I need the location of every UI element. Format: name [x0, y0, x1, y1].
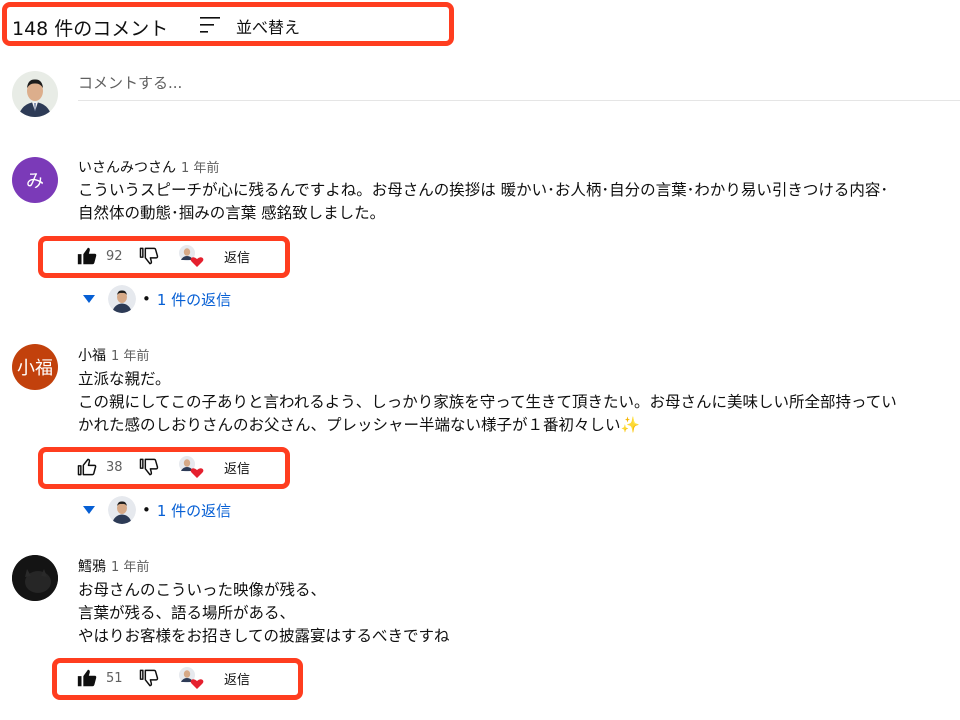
comment-line: こういうスピーチが心に残るんですよね。お母さんの挨拶は 暖かい･お人柄･自分の言…: [78, 181, 889, 199]
comment-line: お母さんのこういった映像が残る、: [78, 581, 327, 599]
creator-heart-icon: [179, 667, 204, 689]
creator-heart: [178, 666, 204, 690]
reply-avatar: [108, 496, 136, 524]
comment-time[interactable]: 1 年前: [111, 560, 149, 575]
comment-line: 立派な親だ。: [78, 370, 171, 388]
thumbs-up-icon[interactable]: [76, 245, 98, 267]
avatar[interactable]: [12, 555, 58, 601]
author-name[interactable]: 鱈鴉: [78, 559, 106, 575]
replies-label[interactable]: 1 件の返信: [157, 289, 231, 310]
thumbs-down-icon[interactable]: [138, 667, 160, 689]
creator-heart-icon: [179, 245, 204, 267]
reply-button[interactable]: 返信: [224, 458, 250, 477]
comment-actions: 92 返信: [76, 243, 250, 269]
reply-button[interactable]: 返信: [224, 247, 250, 266]
comment-actions: 51 返信: [76, 665, 250, 691]
comment-line: やはりお客様をお招きしての披露宴はするべきですね: [78, 627, 450, 645]
view-replies-button[interactable]: • 1 件の返信: [82, 284, 231, 314]
sort-icon[interactable]: [200, 15, 222, 35]
comment-count: 148 件のコメント: [12, 18, 169, 40]
creator-heart: [178, 455, 204, 479]
comment-text: 立派な親だ。 この親にしてこの子ありと言われるよう、しっかり家族を守って生きて頂…: [78, 368, 897, 437]
avatar-letter: み: [26, 171, 44, 192]
user-avatar: [12, 71, 58, 117]
avatar-letter: 小福: [17, 358, 53, 379]
like-count: 92: [106, 248, 123, 264]
thumbs-down-icon[interactable]: [138, 245, 160, 267]
comment-author[interactable]: 小福 1 年前: [78, 345, 149, 365]
avatar[interactable]: み: [12, 157, 58, 203]
comment-line: 言葉が残る、語る場所がある、: [78, 604, 296, 622]
creator-heart: [178, 244, 204, 268]
reply-button[interactable]: 返信: [224, 669, 250, 688]
creator-heart-icon: [179, 456, 204, 478]
comment-text: こういうスピーチが心に残るんですよね。お母さんの挨拶は 暖かい･お人柄･自分の言…: [78, 179, 888, 225]
thumbs-up-icon[interactable]: [76, 667, 98, 689]
comment-actions: 38 返信: [76, 454, 250, 480]
like-count: 38: [106, 459, 123, 475]
sort-button[interactable]: 並べ替え: [236, 14, 300, 38]
author-name[interactable]: 小福: [78, 348, 106, 364]
bullet: •: [142, 501, 151, 519]
caret-down-icon: [83, 506, 95, 514]
avatar[interactable]: 小福: [12, 344, 58, 390]
thumbs-down-icon[interactable]: [138, 456, 160, 478]
caret-down-icon: [83, 295, 95, 303]
bullet: •: [142, 290, 151, 308]
comment-line: かれた感のしおりさんのお父さん、プレッシャー半端ない様子が１番初々しい✨: [78, 416, 640, 434]
reply-avatar: [108, 285, 136, 313]
view-replies-button[interactable]: • 1 件の返信: [82, 495, 231, 525]
thumbs-up-icon[interactable]: [76, 456, 98, 478]
comment-author[interactable]: いさんみつさん 1 年前: [78, 157, 219, 177]
add-comment-input[interactable]: コメントする...: [78, 72, 960, 101]
comment-author[interactable]: 鱈鴉 1 年前: [78, 556, 149, 576]
like-count: 51: [106, 670, 123, 686]
comment-line: この親にしてこの子ありと言われるよう、しっかり家族を守って生きて頂きたい。お母さ…: [78, 393, 897, 411]
comment-text: お母さんのこういった映像が残る、 言葉が残る、語る場所がある、 やはりお客様をお…: [78, 579, 450, 648]
comment-line: 自然体の動態･掴みの言葉 感銘致しました。: [78, 204, 386, 222]
author-name[interactable]: いさんみつさん: [78, 160, 176, 176]
comment-time[interactable]: 1 年前: [181, 161, 219, 176]
replies-label[interactable]: 1 件の返信: [157, 500, 231, 521]
comment-time[interactable]: 1 年前: [111, 349, 149, 364]
avatar-image: [12, 555, 58, 601]
